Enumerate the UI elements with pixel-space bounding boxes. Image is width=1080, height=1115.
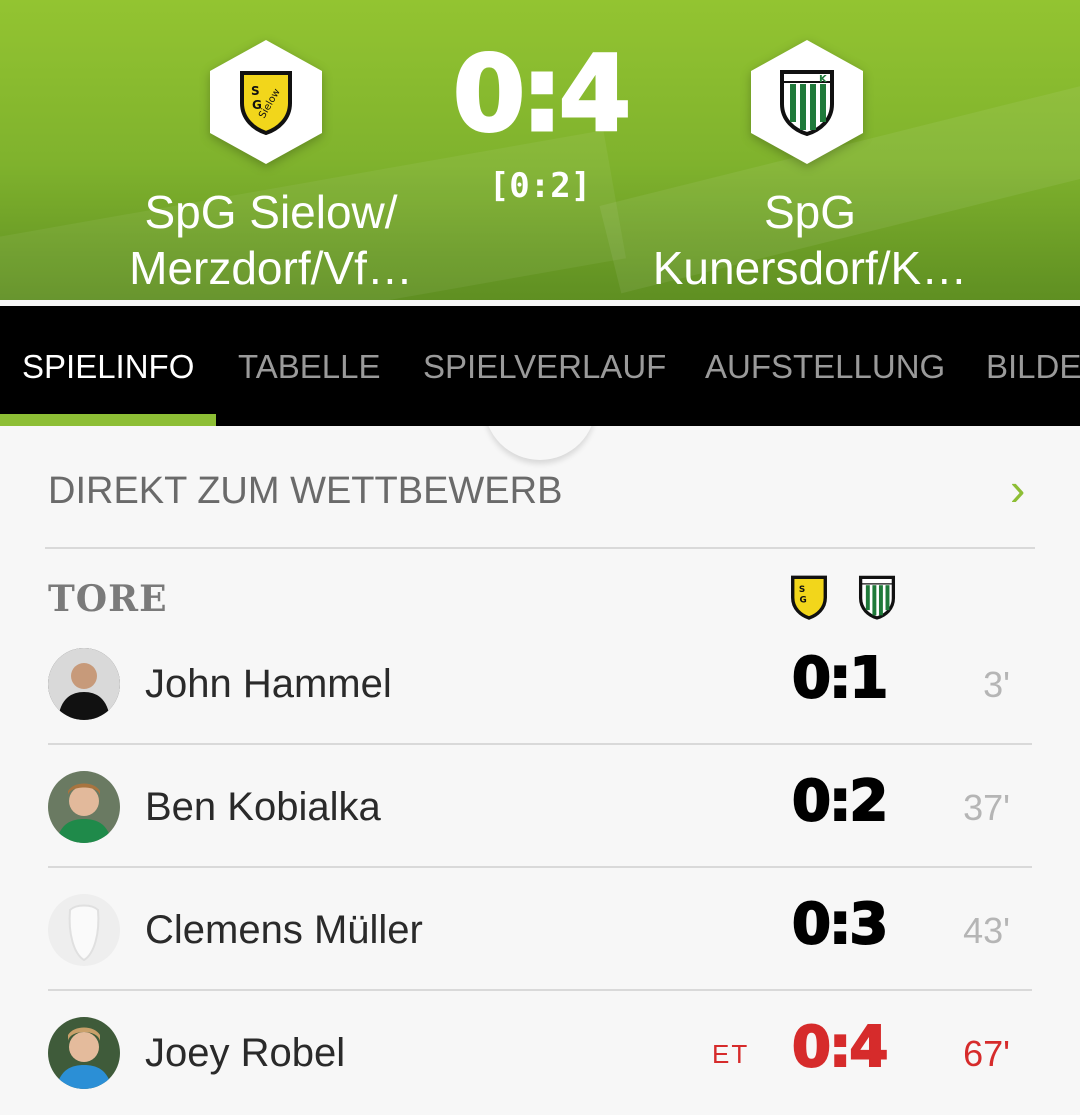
goal-scorer-name: Joey Robel <box>145 1031 346 1075</box>
own-goal-badge: ET <box>712 1039 750 1069</box>
divider <box>48 989 1032 991</box>
active-tab-indicator <box>0 414 216 426</box>
goal-score: 0:1 <box>791 645 889 712</box>
goal-score: 0:3 <box>791 891 889 958</box>
away-team-crest[interactable]: K <box>751 40 863 164</box>
tab-bilder[interactable]: BILDE <box>986 348 1080 386</box>
tab-bar: SPIELINFO TABELLE SPIELVERLAUF AUFSTELLU… <box>0 306 1080 426</box>
goal-score: 0:4 <box>791 1014 889 1081</box>
competition-link[interactable]: DIREKT ZUM WETTBEWERB <box>48 470 562 513</box>
away-team-mini-crest-icon <box>858 575 896 620</box>
chevron-right-icon[interactable]: › <box>1010 462 1025 516</box>
divider <box>48 866 1032 868</box>
goals-section-title: TORE <box>48 578 168 620</box>
goal-minute: 3' <box>983 664 1010 705</box>
goal-row[interactable]: Ben Kobialka 0:2 37' <box>0 747 1080 869</box>
svg-text:S: S <box>251 84 260 98</box>
match-header: S G Sielow 0:4 [0:2] K SpG Sielow/ Merzd… <box>0 0 1080 300</box>
player-avatar-placeholder <box>48 894 120 966</box>
tab-aufstellung[interactable]: AUFSTELLUNG <box>705 348 945 386</box>
player-avatar <box>48 1017 120 1089</box>
goal-row[interactable]: Clemens Müller 0:3 43' <box>0 870 1080 992</box>
tab-spielverlauf[interactable]: SPIELVERLAUF <box>423 348 666 386</box>
goal-scorer-name: Ben Kobialka <box>145 785 381 829</box>
home-team-name[interactable]: SpG Sielow/ Merzdorf/Vf… <box>81 184 461 296</box>
tab-tabelle[interactable]: TABELLE <box>238 348 380 386</box>
goal-row[interactable]: Joey Robel ET 0:4 67' <box>0 993 1080 1115</box>
goal-row[interactable]: John Hammel 0:1 3' <box>0 624 1080 746</box>
player-avatar <box>48 771 120 843</box>
goal-minute: 37' <box>963 787 1010 828</box>
svg-text:K: K <box>819 74 828 85</box>
tab-spielinfo[interactable]: SPIELINFO <box>22 348 194 386</box>
away-team-name[interactable]: SpG Kunersdorf/K… <box>620 184 1000 296</box>
final-score: 0:4 <box>451 33 632 155</box>
sielow-crest-icon: S G Sielow <box>240 71 292 135</box>
kunersdorf-crest-icon: K <box>780 70 834 136</box>
svg-text:S: S <box>799 585 805 595</box>
goal-scorer-name: Clemens Müller <box>145 908 423 952</box>
halftime-score: [0:2] <box>488 166 592 206</box>
divider <box>48 743 1032 745</box>
svg-text:G: G <box>800 595 807 605</box>
home-team-crest[interactable]: S G Sielow <box>210 40 322 164</box>
goal-scorer-name: John Hammel <box>145 662 392 706</box>
divider <box>45 547 1035 549</box>
goal-score: 0:2 <box>791 768 889 835</box>
goal-minute: 43' <box>963 910 1010 951</box>
player-avatar <box>48 648 120 720</box>
goal-minute: 67' <box>963 1033 1010 1074</box>
home-team-mini-crest-icon: S G <box>791 575 827 620</box>
